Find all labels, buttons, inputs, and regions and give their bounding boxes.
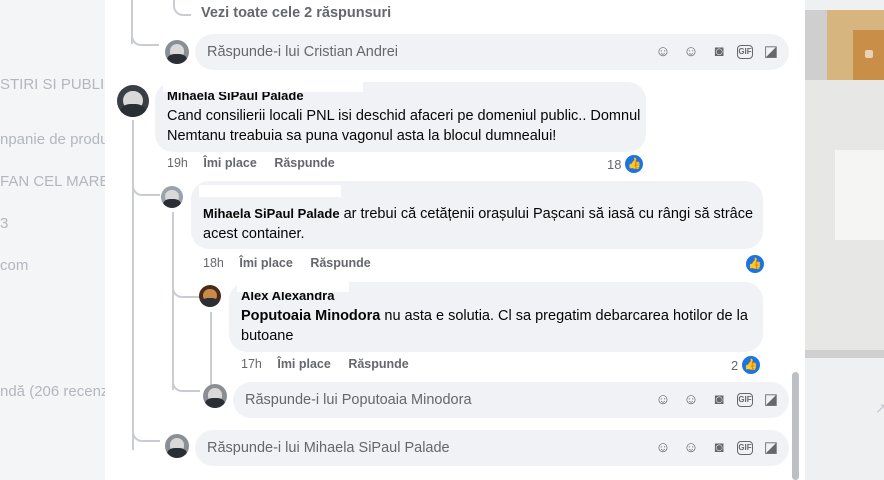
gif-icon[interactable]: GIF (737, 441, 753, 455)
avatar-sticker-icon[interactable]: ☺ (653, 42, 673, 62)
avatar[interactable] (203, 384, 227, 408)
thread-line (210, 312, 212, 390)
scrollbar-thumb[interactable] (792, 372, 799, 480)
reply-box-mihaela: ☺ ☺ ◙ GIF ◪ (195, 430, 789, 466)
comment-text: Cand consilierii locali PNL isi deschid … (167, 108, 641, 144)
emoji-icon[interactable]: ☺ (681, 390, 701, 410)
thread-line (132, 420, 160, 442)
reaction-count[interactable]: 18 👍 (607, 154, 645, 174)
like-reaction-icon: 👍 (741, 355, 762, 375)
background-page-left: STIRI SI PUBLIC npanie de produ FAN CEL … (0, 0, 115, 480)
comment-time[interactable]: 19h (167, 156, 188, 170)
gif-icon[interactable]: GIF (737, 45, 753, 59)
bg-text: 3 (0, 215, 9, 232)
comment-actions: 17h Îmi place Răspunde (241, 357, 423, 371)
comment-bubble: Mihaela SiPaul Palade Cand consilierii l… (155, 82, 646, 152)
like-reaction-icon: 👍 (624, 154, 645, 174)
sticker-icon[interactable]: ◪ (761, 390, 781, 410)
reply-box-cristian: ☺ ☺ ◙ GIF ◪ (195, 34, 789, 70)
bg-text: FAN CEL MARE (0, 173, 110, 190)
redaction-bar (199, 185, 341, 197)
post-photo (805, 10, 884, 358)
bg-text: STIRI SI PUBLIC (0, 76, 116, 93)
share-icon: ↗ (875, 400, 884, 416)
camera-icon[interactable]: ◙ (709, 42, 729, 62)
mention-link[interactable]: Poputoaia Minodora (241, 308, 380, 324)
reply-button[interactable]: Răspunde (274, 156, 334, 170)
reply-input-mihaela[interactable] (207, 430, 627, 466)
comment-body: Poputoaia Minodora nu asta e solutia. Cl… (241, 306, 751, 346)
reaction-number: 18 (607, 156, 622, 172)
sticker-icon[interactable]: ◪ (761, 42, 781, 62)
emoji-icon[interactable]: ☺ (681, 438, 701, 458)
avatar-sticker-icon[interactable]: ☺ (653, 390, 673, 410)
camera-icon[interactable]: ◙ (709, 438, 729, 458)
thread-line (172, 372, 200, 392)
thread-line (132, 168, 160, 196)
thread-line (172, 270, 200, 298)
like-button[interactable]: Îmi place (239, 256, 293, 270)
like-reaction-icon: 👍 (745, 254, 765, 274)
comment-time[interactable]: 18h (203, 256, 224, 270)
reply-box-poputoaia: ☺ ☺ ◙ GIF ◪ (233, 382, 789, 418)
bg-text: ndă (206 recenz (0, 383, 109, 400)
view-all-replies-link[interactable]: Vezi toate cele 2 răspunsuri (201, 5, 391, 21)
redaction-bar (237, 282, 349, 292)
comment-body: Mihaela SiPaul Palade ar trebui că cetăț… (203, 204, 755, 244)
avatar[interactable] (117, 85, 149, 117)
thread-line (172, 212, 174, 390)
like-button[interactable]: Îmi place (277, 357, 331, 371)
avatar[interactable] (199, 285, 221, 307)
bg-text: com (0, 257, 29, 274)
gif-icon[interactable]: GIF (737, 393, 753, 407)
comment-author[interactable]: Mihaela SiPaul Palade (203, 206, 340, 221)
emoji-icon[interactable]: ☺ (681, 42, 701, 62)
reply-button[interactable]: Răspunde (310, 256, 370, 270)
reply-input-poputoaia[interactable] (245, 382, 665, 418)
background-page-right: ↗ (805, 0, 884, 480)
reaction-count[interactable]: 👍 (742, 254, 765, 274)
comment-time[interactable]: 17h (241, 357, 262, 371)
comment-actions: 18h Îmi place Răspunde (203, 256, 385, 270)
camera-icon[interactable]: ◙ (709, 390, 729, 410)
avatar-sticker-icon[interactable]: ☺ (653, 438, 673, 458)
comment-actions: 19h Îmi place Răspunde (167, 156, 349, 170)
reaction-count[interactable]: 2 👍 (731, 355, 762, 375)
avatar[interactable] (165, 434, 189, 458)
bg-text: npanie de produ (0, 131, 109, 148)
reply-button[interactable]: Răspunde (348, 357, 408, 371)
thread-line (173, 0, 191, 16)
comment-bubble: Mihaela SiPaul Palade ar trebui că cetăț… (191, 181, 763, 249)
avatar[interactable] (165, 40, 189, 64)
comment-bubble: Alex Alexandra Poputoaia Minodora nu ast… (229, 282, 763, 352)
comments-panel: Vezi toate cele 2 răspunsuri ☺ ☺ ◙ GIF ◪… (105, 0, 805, 480)
sticker-icon[interactable]: ◪ (761, 438, 781, 458)
redaction-bar (163, 82, 363, 92)
thread-line (131, 30, 159, 46)
like-button[interactable]: Îmi place (203, 156, 257, 170)
reply-input-cristian[interactable] (207, 34, 627, 70)
avatar[interactable] (161, 186, 183, 208)
reaction-number: 2 (731, 357, 739, 373)
